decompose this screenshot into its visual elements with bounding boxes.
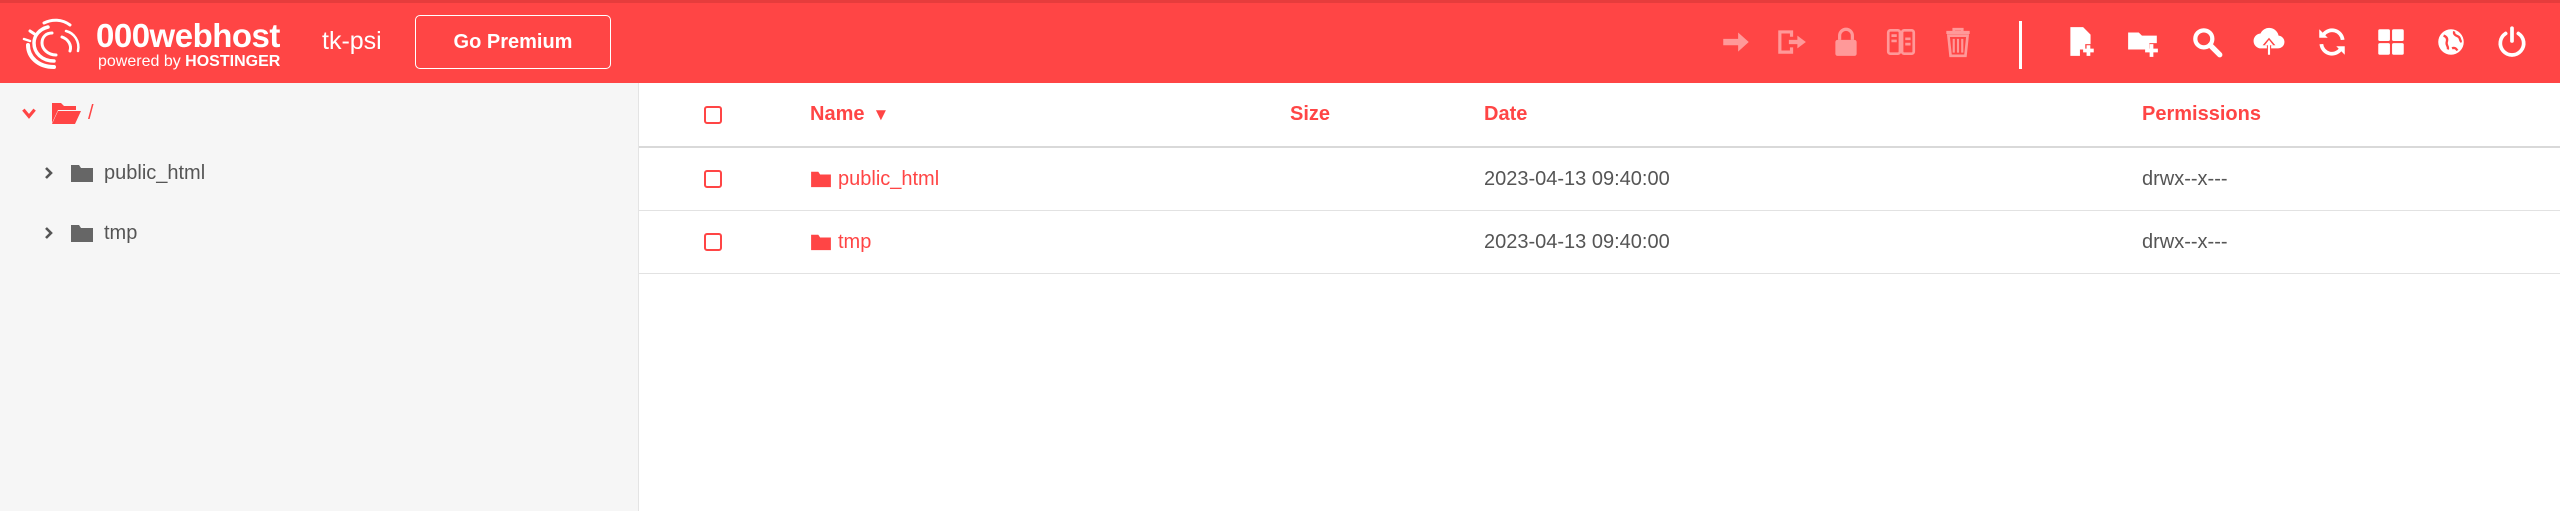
folder-icon: [71, 165, 93, 182]
delete-icon[interactable]: [1939, 23, 1977, 61]
permissions-cell[interactable]: drwx--x---: [2142, 211, 2228, 273]
row-select-cell: [639, 211, 769, 273]
table-row[interactable]: public_html 2023-04-13 09:40:00 drwx--x-…: [639, 148, 2560, 211]
move-icon[interactable]: [1717, 23, 1755, 61]
sidebar-item-label: public_html: [104, 161, 206, 184]
power-icon[interactable]: [2493, 23, 2531, 61]
file-table: Name ▼ Size Date Permissions public_html…: [639, 83, 2560, 511]
search-icon[interactable]: [2188, 23, 2226, 61]
tree-root-label: /: [88, 101, 94, 124]
date-cell: 2023-04-13 09:40:00: [1484, 167, 1670, 190]
archive-icon[interactable]: [1882, 23, 1920, 61]
toolbar-divider: [2019, 21, 2022, 69]
grid-view-icon[interactable]: [2372, 23, 2410, 61]
column-header-permissions[interactable]: Permissions: [2142, 83, 2261, 146]
globe-icon[interactable]: [2432, 23, 2470, 61]
new-file-icon[interactable]: [2062, 23, 2100, 61]
folder-icon: [811, 234, 831, 251]
sidebar-item-label: tmp: [104, 221, 138, 244]
brand-tagline-name: HOSTINGER: [185, 53, 281, 70]
row-checkbox[interactable]: [704, 170, 722, 188]
tree-root[interactable]: /: [20, 93, 94, 133]
chevron-right-icon[interactable]: [42, 165, 56, 181]
refresh-icon[interactable]: [2313, 23, 2351, 61]
brand-name: 000webhost: [96, 17, 280, 54]
hostinger-swirl-icon: [22, 18, 80, 69]
row-select-cell: [639, 148, 769, 210]
name-cell[interactable]: tmp: [810, 211, 871, 273]
table-header: Name ▼ Size Date Permissions: [639, 83, 2560, 148]
sort-desc-icon[interactable]: ▼: [872, 105, 889, 125]
chevron-right-icon[interactable]: [42, 225, 56, 241]
brand-tagline: powered by HOSTINGER: [98, 53, 280, 71]
column-header-name-label: Name: [810, 103, 865, 125]
site-name: tk-psi: [322, 27, 382, 55]
file-name-link[interactable]: public_html: [810, 168, 939, 191]
upload-icon[interactable]: [2250, 23, 2288, 61]
select-all-cell: [639, 83, 769, 146]
table-row[interactable]: tmp 2023-04-13 09:40:00 drwx--x---: [639, 211, 2560, 274]
folder-icon: [71, 225, 93, 242]
column-header-name[interactable]: Name ▼: [810, 83, 889, 146]
open-folder-icon: [52, 103, 81, 124]
new-folder-icon[interactable]: [2124, 23, 2162, 61]
sidebar-item-tmp[interactable]: tmp: [42, 213, 137, 253]
folder-icon: [811, 171, 831, 188]
brand-tagline-prefix: powered by: [98, 53, 181, 70]
date-cell: 2023-04-13 09:40:00: [1484, 230, 1670, 253]
go-premium-button[interactable]: Go Premium: [415, 15, 611, 69]
rename-icon[interactable]: [1772, 23, 1810, 61]
row-checkbox[interactable]: [704, 233, 722, 251]
name-cell[interactable]: public_html: [810, 148, 939, 210]
brand-logo[interactable]: 000webhost powered by HOSTINGER: [22, 15, 292, 71]
chevron-down-icon[interactable]: [20, 104, 38, 122]
folder-tree-sidebar: / public_html tmp: [0, 83, 639, 511]
lock-icon[interactable]: [1827, 23, 1865, 61]
column-header-size[interactable]: Size: [1290, 83, 1330, 146]
file-name-link[interactable]: tmp: [810, 231, 871, 254]
select-all-checkbox[interactable]: [704, 105, 722, 124]
file-name: public_html: [838, 167, 940, 190]
file-name: tmp: [838, 230, 872, 253]
sidebar-item-public-html[interactable]: public_html: [42, 153, 205, 193]
permissions-cell[interactable]: drwx--x---: [2142, 148, 2228, 210]
top-bar: 000webhost powered by HOSTINGER tk-psi G…: [0, 0, 2560, 83]
column-header-date[interactable]: Date: [1484, 83, 1527, 146]
